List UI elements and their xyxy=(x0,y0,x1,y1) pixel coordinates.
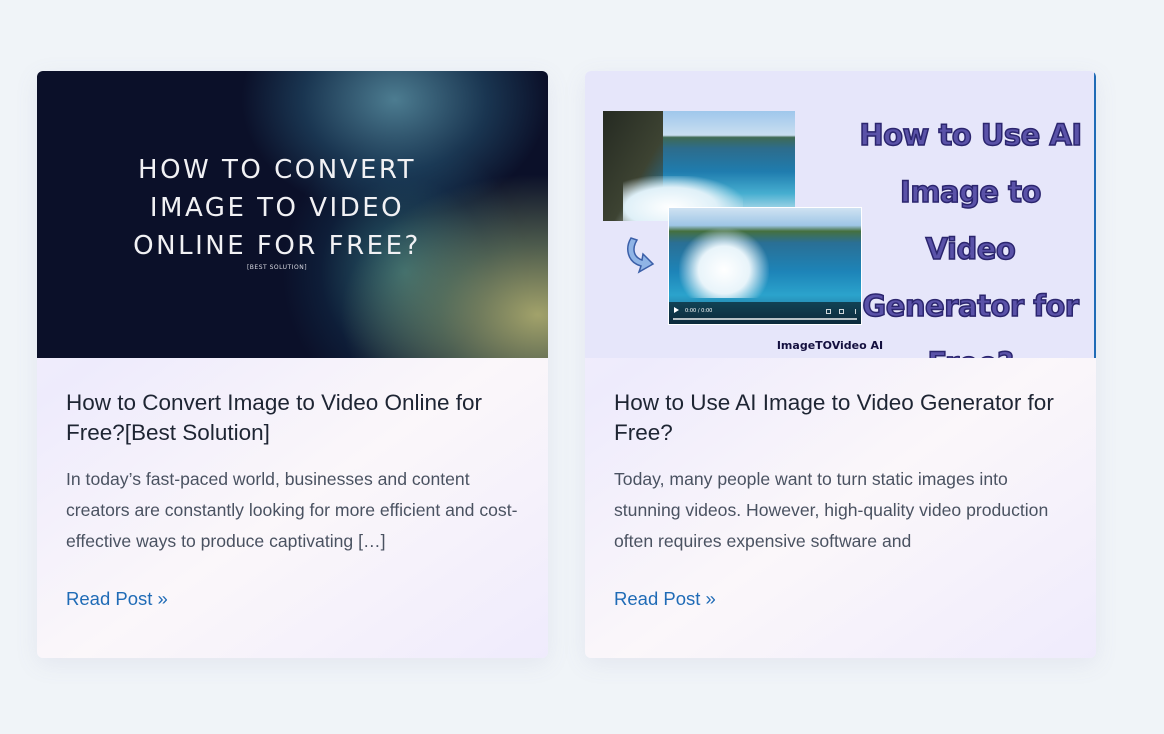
post-title[interactable]: How to Convert Image to Video Online for… xyxy=(66,388,519,448)
curved-arrow-icon xyxy=(627,237,655,274)
read-post-link[interactable]: Read Post » xyxy=(614,588,716,610)
thumbnail-edge xyxy=(1094,71,1096,358)
post-excerpt: Today, many people want to turn static i… xyxy=(614,469,1049,551)
video-time: 0:00 / 0:00 xyxy=(685,308,713,314)
thumbnail-headline: HOW TO CONVERT IMAGE TO VIDEO ONLINE FOR… xyxy=(133,155,421,261)
volume-icon xyxy=(826,309,831,314)
thumbnail-subtitle: [BEST SOLUTION] xyxy=(246,264,308,271)
post-body: How to Convert Image to Video Online for… xyxy=(37,388,548,557)
thumbnail-headline-line: Generator for xyxy=(862,288,1080,324)
thumbnail-headline: How to Use AI Image to Video Generator f… xyxy=(853,107,1088,358)
post-card: 0:00 / 0:00 How to Use AI Image to Video… xyxy=(585,71,1096,658)
post-body: How to Use AI Image to Video Generator f… xyxy=(585,388,1096,557)
read-post-link[interactable]: Read Post » xyxy=(66,588,168,610)
post-excerpt: In today’s fast-paced world, businesses … xyxy=(66,469,518,551)
play-icon xyxy=(674,307,679,313)
thumbnail-brand: ImageTOVideo AI xyxy=(776,339,884,352)
video-progress-bar xyxy=(673,318,857,320)
post-card: HOW TO CONVERT IMAGE TO VIDEO ONLINE FOR… xyxy=(37,71,548,658)
post-title[interactable]: How to Use AI Image to Video Generator f… xyxy=(614,388,1067,448)
fullscreen-icon xyxy=(839,309,844,314)
post-thumbnail[interactable]: 0:00 / 0:00 How to Use AI Image to Video… xyxy=(585,71,1096,358)
thumbnail-headline-line: How to Use AI xyxy=(859,117,1083,153)
wave-splash xyxy=(679,228,769,298)
video-player-preview: 0:00 / 0:00 xyxy=(668,207,862,325)
thumbnail-headline-line: Image to Video xyxy=(899,174,1042,267)
ocean-photo xyxy=(603,111,795,221)
post-thumbnail[interactable]: HOW TO CONVERT IMAGE TO VIDEO ONLINE FOR… xyxy=(37,71,548,358)
